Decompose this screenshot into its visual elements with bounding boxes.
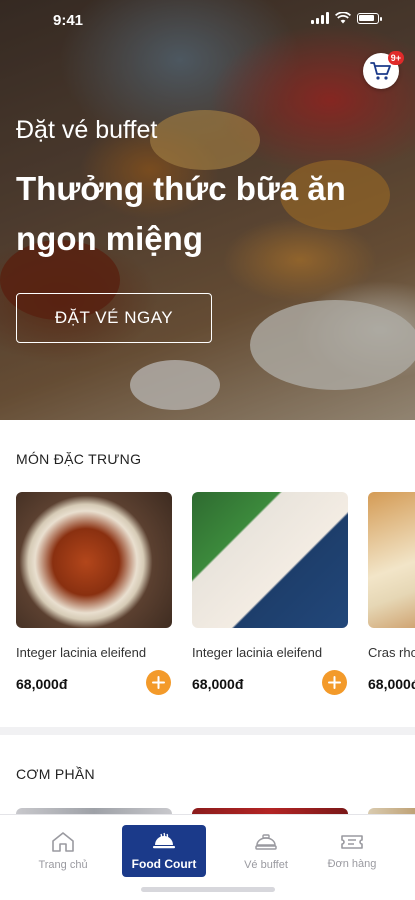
dish-image — [16, 492, 172, 628]
signal-icon — [311, 12, 329, 24]
dish-card[interactable]: Integer lacinia eleifend 68,000đ — [16, 492, 172, 695]
plus-icon — [328, 676, 341, 689]
plus-icon — [152, 676, 165, 689]
hero-title: Thưởng thức bữa ăn ngon miệng — [16, 170, 346, 257]
dish-name: Integer lacinia eleifend — [16, 645, 147, 660]
cloche-icon — [153, 832, 175, 849]
nav-item-orders[interactable]: Đơn hàng — [310, 825, 394, 877]
cart-icon — [370, 62, 391, 80]
section-divider — [0, 727, 415, 735]
buffet-icon — [255, 834, 277, 850]
ticket-icon — [341, 835, 363, 849]
cart-count-badge: 9+ — [387, 51, 404, 65]
food-plate-image — [150, 110, 260, 170]
home-icon — [52, 832, 74, 852]
dish-price: 68,000đ — [368, 676, 415, 692]
nav-item-label: Food Court — [131, 857, 197, 871]
status-time: 9:41 — [53, 12, 84, 29]
nav-item-label: Vé buffet — [244, 859, 288, 871]
nav-item-label: Trang chủ — [38, 859, 88, 871]
section-title-featured: MÓN ĐẶC TRƯNG — [16, 451, 142, 467]
food-plate-image — [250, 300, 415, 390]
dish-image — [192, 492, 348, 628]
cart-button[interactable]: 9+ — [363, 51, 404, 89]
dish-card[interactable]: Integer lacinia eleifend 68,000đ — [192, 492, 348, 695]
wifi-icon — [335, 12, 351, 24]
add-to-cart-button[interactable] — [146, 670, 171, 695]
book-now-button[interactable]: ĐẶT VÉ NGAY — [16, 293, 212, 343]
battery-icon — [357, 12, 382, 24]
dish-name: Integer lacinia eleifend — [192, 645, 323, 660]
dish-card[interactable]: Cras rhoncus 68,000đ — [368, 492, 415, 702]
home-indicator — [141, 887, 275, 892]
bottom-navigation: Trang chủ Food Court Vé buffet Đơn hàng — [0, 814, 415, 900]
hero-banner: 9:41 9+ Đặt vé buffet Thưởng thức bữa ăn… — [0, 0, 415, 420]
food-plate-image — [130, 360, 220, 410]
dish-name: Cras rhoncus — [368, 645, 415, 660]
dish-price: 68,000đ — [192, 676, 244, 692]
nav-item-buffet[interactable]: Vé buffet — [224, 825, 308, 877]
nav-item-label: Đơn hàng — [327, 858, 377, 870]
nav-item-food-court[interactable]: Food Court — [122, 825, 206, 877]
dish-image — [368, 492, 415, 628]
status-bar: 9:41 — [0, 0, 415, 40]
section-title-rice: CƠM PHẦN — [16, 766, 95, 782]
hero-subtitle: Đặt vé buffet — [16, 116, 158, 144]
add-to-cart-button[interactable] — [322, 670, 347, 695]
dish-price: 68,000đ — [16, 676, 68, 692]
nav-item-home[interactable]: Trang chủ — [21, 825, 105, 877]
